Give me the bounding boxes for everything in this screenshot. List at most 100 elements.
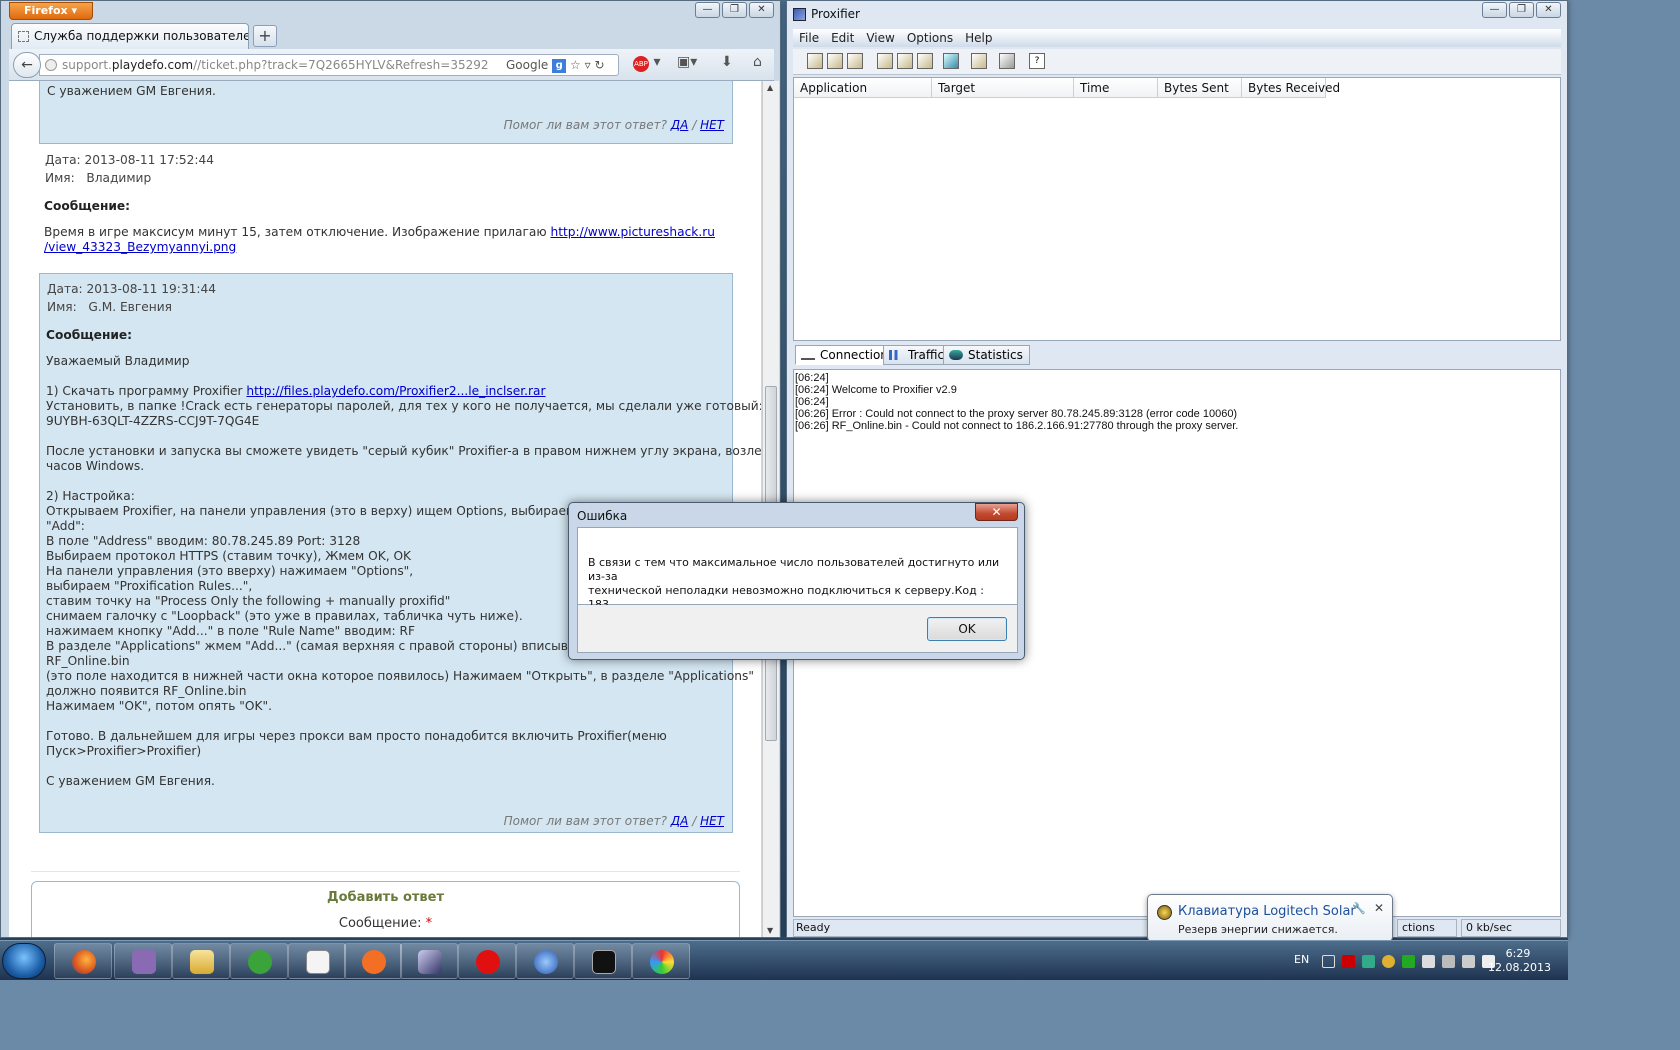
balloon-close-button[interactable]: ✕ <box>1374 901 1384 915</box>
back-button[interactable]: ← <box>13 52 41 78</box>
site-identity-icon[interactable] <box>45 59 57 71</box>
bookmark-star-icon[interactable]: ☆ <box>570 58 581 72</box>
folder-icon <box>190 950 214 974</box>
origin-icon <box>362 950 386 974</box>
helpful-yes-link[interactable]: ДА <box>671 118 689 132</box>
tab-traffic[interactable]: Traffic <box>883 345 952 365</box>
wifi-icon[interactable] <box>1362 955 1375 968</box>
taskbar-utorrent[interactable] <box>230 943 288 979</box>
attachment-link-cont[interactable]: /view_43323_Bezymyannyi.png <box>44 240 236 254</box>
reply-line: На панели управления (это вверху) нажима… <box>46 564 414 578</box>
menu-file[interactable]: File <box>793 29 825 47</box>
column-time[interactable]: Time <box>1074 78 1158 98</box>
search-engine[interactable]: Google g ☆ ▿ ↻ <box>506 55 605 75</box>
tab-strip: Служба поддержки пользователей pla... + <box>9 23 774 49</box>
tab-label: Traffic <box>908 348 945 362</box>
tab-statistics[interactable]: Statistics <box>943 345 1030 365</box>
add-reply-form: Добавить ответ Сообщение: * <box>31 881 740 937</box>
column-target[interactable]: Target <box>932 78 1074 98</box>
firefox-menu-label: Firefox <box>24 4 68 17</box>
log-icon[interactable] <box>807 53 823 69</box>
reply-step1: 1) Скачать программу Proxifier http://fi… <box>46 384 546 399</box>
history-dropdown-icon[interactable]: ▿ <box>585 58 591 72</box>
column-application[interactable]: Application <box>794 78 932 98</box>
menu-view[interactable]: View <box>860 29 900 47</box>
network-icon[interactable] <box>1462 955 1475 968</box>
new-profile-icon[interactable] <box>877 53 893 69</box>
keyboard-tray-icon[interactable] <box>1382 955 1395 968</box>
print-icon[interactable] <box>999 53 1015 69</box>
notification-balloon[interactable]: Клавиатура Logitech Solar Резерв энергии… <box>1147 894 1393 942</box>
page-favicon-icon <box>18 31 29 42</box>
taskbar-yandex[interactable] <box>458 943 516 979</box>
bookmarks-icon[interactable]: ▣▾ <box>677 54 697 70</box>
reply-line: Установить, в папке !Crack есть генерато… <box>46 399 761 413</box>
help-icon[interactable]: ? <box>1029 53 1045 69</box>
downloads-icon[interactable]: ⬇ <box>721 54 733 70</box>
minimize-button[interactable]: — <box>1482 2 1507 18</box>
taskbar-paint[interactable] <box>632 943 690 979</box>
traffic-icon <box>889 350 903 360</box>
helpful-separator: / <box>692 118 697 132</box>
browser-tab[interactable]: Служба поддержки пользователей pla... <box>11 23 249 49</box>
taskbar-origin[interactable] <box>344 943 402 979</box>
reload-icon[interactable]: ↻ <box>594 58 604 72</box>
close-button[interactable]: ✕ <box>749 2 774 18</box>
start-button[interactable] <box>2 943 46 979</box>
reply-line: В поле "Address" вводим: 80.78.245.89 Po… <box>46 534 361 548</box>
taskbar-editor[interactable] <box>400 943 458 979</box>
new-tab-button[interactable]: + <box>253 25 277 47</box>
usb-icon[interactable] <box>1422 955 1435 968</box>
firefox-menu-button[interactable]: Firefox ▾ <box>9 2 93 20</box>
log-line: [06:24] <box>795 396 829 408</box>
column-bytes-sent[interactable]: Bytes Sent <box>1158 78 1242 98</box>
save-profile-icon[interactable] <box>917 53 933 69</box>
security-icon[interactable] <box>1402 955 1415 968</box>
helpful-no-link[interactable]: НЕТ <box>700 814 724 828</box>
menu-options[interactable]: Options <box>901 29 959 47</box>
copy-icon[interactable] <box>971 53 987 69</box>
url-bar[interactable]: support.playdefo.com//ticket.php?track=7… <box>39 54 619 76</box>
dns-icon[interactable] <box>847 53 863 69</box>
name-value: G.M. Евгения <box>88 300 172 314</box>
scroll-down-arrow-icon[interactable]: ▼ <box>767 926 773 935</box>
dialog-message-line: В связи с тем что максимальное число пол… <box>588 556 1000 583</box>
profile-icon[interactable] <box>827 53 843 69</box>
maximize-button[interactable]: ❐ <box>1509 2 1534 18</box>
status-speed: 0 kb/sec <box>1461 919 1561 937</box>
helpful-no-link[interactable]: НЕТ <box>700 118 724 132</box>
attachment-link[interactable]: http://www.pictureshack.ru <box>550 225 714 239</box>
maximize-button[interactable]: ❐ <box>722 2 747 18</box>
menu-help[interactable]: Help <box>959 29 998 47</box>
menu-edit[interactable]: Edit <box>825 29 860 47</box>
taskbar-pidgin[interactable] <box>114 943 172 979</box>
taskbar-proxifier[interactable] <box>516 943 574 979</box>
dialog-close-button[interactable]: ✕ <box>975 503 1018 521</box>
download-link[interactable]: http://files.playdefo.com/Proxifier2...l… <box>246 384 545 398</box>
name-value: Владимир <box>86 171 152 185</box>
pidgin-icon <box>132 950 156 974</box>
helpful-yes-link[interactable]: ДА <box>671 814 689 828</box>
minimize-button[interactable]: — <box>695 2 720 18</box>
required-mark: * <box>425 916 433 931</box>
language-indicator[interactable]: EN <box>1294 953 1309 966</box>
flag-icon[interactable] <box>1442 955 1455 968</box>
tray-app-icon[interactable] <box>1342 955 1355 968</box>
desktop-peek-icon[interactable] <box>1322 955 1335 968</box>
taskbar-game[interactable] <box>574 943 632 979</box>
open-profile-icon[interactable] <box>897 53 913 69</box>
reply-line: RF_Online.bin <box>46 654 130 668</box>
close-button[interactable]: ✕ <box>1536 2 1561 18</box>
adblock-icon[interactable]: ABP ▾ <box>633 54 660 72</box>
taskbar-notepad[interactable] <box>288 943 346 979</box>
connections-table: Application Target Time Bytes Sent Bytes… <box>793 77 1561 341</box>
home-icon[interactable]: ⌂ <box>753 54 762 70</box>
settings-wrench-icon[interactable]: 🔧 <box>1352 902 1366 915</box>
clock[interactable]: 6:29 12.08.2013 <box>1488 947 1551 975</box>
column-bytes-received[interactable]: Bytes Received <box>1242 78 1340 98</box>
taskbar-explorer[interactable] <box>172 943 230 979</box>
scroll-up-arrow-icon[interactable]: ▲ <box>767 83 773 92</box>
ok-button[interactable]: OK <box>927 617 1007 641</box>
taskbar-firefox[interactable] <box>54 943 112 979</box>
proxy-servers-icon[interactable] <box>943 53 959 69</box>
